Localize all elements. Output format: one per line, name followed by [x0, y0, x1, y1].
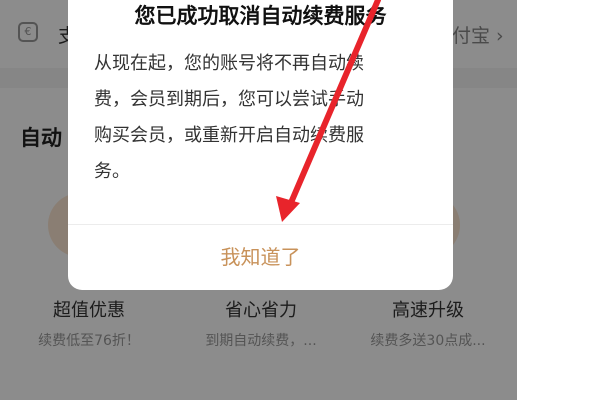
dialog-message-line: 购买会员，或重新开启自动续费服 [94, 125, 364, 146]
dialog-message-line: 从现在起，您的账号将不再自动续 [94, 53, 364, 74]
dialog-message-line: 务。 [94, 161, 130, 182]
dialog-title: 您已成功取消自动续费服务 [134, 4, 387, 28]
got-it-button[interactable]: 我知道了 [68, 225, 453, 290]
dialog-message: 从现在起，您的账号将不再自动续 费，会员到期后，您可以尝试手动 购买会员，或重新… [94, 46, 427, 190]
dialog-message-line: 费，会员到期后，您可以尝试手动 [94, 89, 364, 110]
cancel-auto-renew-dialog: 您已成功取消自动续费服务 从现在起，您的账号将不再自动续 费，会员到期后，您可以… [68, 0, 453, 290]
